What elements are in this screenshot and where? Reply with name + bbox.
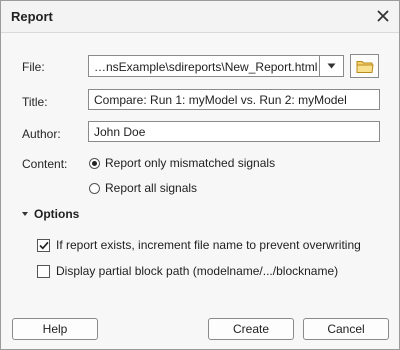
close-button[interactable] <box>373 6 393 26</box>
dialog-titlebar[interactable]: Report <box>1 1 399 33</box>
increment-filename-option[interactable]: If report exists, increment file name to… <box>37 238 361 252</box>
content-label: Content: <box>22 157 68 171</box>
checkmark-icon <box>38 241 49 249</box>
chevron-down-icon <box>327 63 336 69</box>
increment-label: If report exists, increment file name to… <box>56 238 361 252</box>
cancel-button[interactable]: Cancel <box>303 318 389 340</box>
title-label: Title: <box>22 95 48 109</box>
partial-path-checkbox[interactable] <box>37 264 50 278</box>
help-button[interactable]: Help <box>12 318 98 340</box>
radio-all-label: Report all signals <box>105 181 198 195</box>
file-dropdown-button[interactable] <box>319 55 344 77</box>
partial-path-option[interactable]: Display partial block path (modelname/..… <box>37 264 338 278</box>
browse-folder-button[interactable] <box>350 54 379 78</box>
dialog-title: Report <box>11 9 53 24</box>
radio-button[interactable] <box>89 182 100 194</box>
radio-button-selected[interactable] <box>89 157 100 169</box>
radio-mismatched-label: Report only mismatched signals <box>105 156 276 170</box>
file-path-field[interactable]: …nsExample\sdireports\New_Report.html <box>88 55 320 77</box>
title-field[interactable]: Compare: Run 1: myModel vs. Run 2: myMod… <box>88 89 380 110</box>
radio-mismatched-signals[interactable]: Report only mismatched signals <box>89 156 275 170</box>
options-header: Options <box>34 207 80 221</box>
file-label: File: <box>22 60 45 74</box>
options-section-toggle[interactable]: Options <box>22 207 79 221</box>
increment-checkbox[interactable] <box>37 238 50 252</box>
dialog-body: File: …nsExample\sdireports\New_Report.h… <box>1 33 399 349</box>
radio-all-signals[interactable]: Report all signals <box>89 181 197 195</box>
create-button[interactable]: Create <box>208 318 294 340</box>
author-field[interactable]: John Doe <box>88 121 380 142</box>
caret-down-icon <box>22 212 28 216</box>
author-label: Author: <box>22 127 61 141</box>
partial-path-label: Display partial block path (modelname/..… <box>56 264 339 278</box>
folder-icon <box>356 60 374 73</box>
report-dialog: Report File: …nsExample\sdireports\New_R… <box>0 0 400 350</box>
close-icon <box>377 10 389 22</box>
